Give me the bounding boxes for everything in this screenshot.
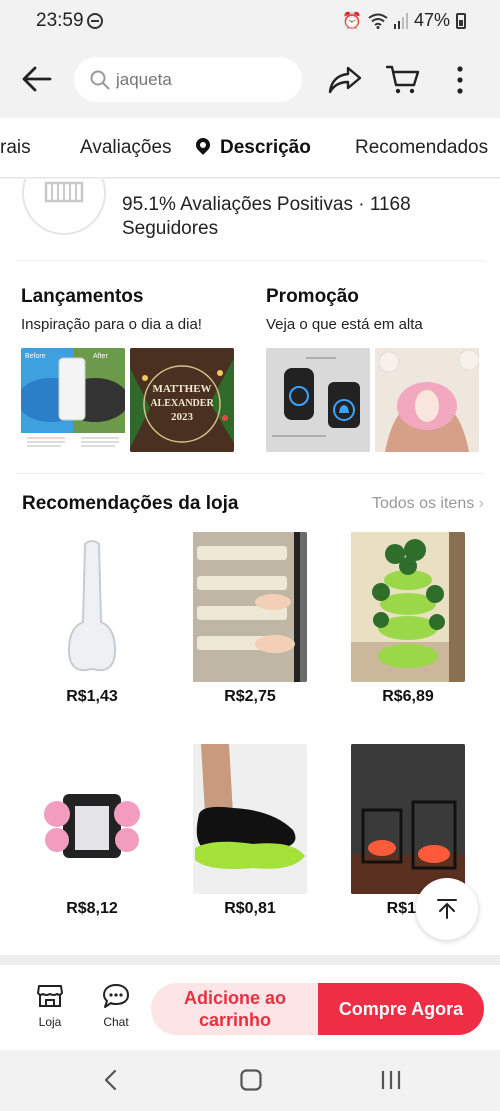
launch-thumb-pool-cover[interactable]: Before After (21, 348, 125, 452)
back-to-top-button[interactable] (416, 878, 478, 940)
search-bar[interactable] (74, 57, 302, 102)
product-price: R$6,89 (382, 688, 434, 705)
see-all-label: Todos os itens (371, 495, 475, 512)
doorbell-image (266, 348, 370, 452)
chat-label: Chat (103, 1015, 129, 1029)
svg-text:MATTHEW: MATTHEW (152, 383, 211, 395)
launches-subtitle: Inspiração para o dia a dia! (21, 316, 202, 333)
dumpling-tray-image (193, 532, 307, 682)
battery-percent: 47% (413, 10, 450, 30)
status-time: 23:59 (36, 10, 84, 31)
tab-gerais[interactable]: rais (0, 137, 31, 159)
product-image-lanterns[interactable] (351, 744, 465, 894)
nav-recents-icon[interactable] (379, 1068, 403, 1092)
chevron-right-icon: › (478, 495, 484, 512)
product-image-pink-holder[interactable] (35, 744, 149, 894)
pink-holder-image (35, 744, 149, 894)
bottom-action-bar: Loja Chat Adicione ao carrinho Compre Ag… (0, 965, 500, 1050)
status-bar: 23:59 ⏰ 47% (0, 0, 500, 42)
product-image-dumpling-tray[interactable] (193, 532, 307, 682)
product-price: R$1,43 (66, 688, 118, 705)
product-price: R$2,75 (224, 688, 276, 705)
tab-description[interactable]: Descrição (193, 135, 311, 159)
ornament-image: MATTHEW ALEXANDER 2023 (130, 348, 234, 452)
tab-recommended[interactable]: Recomendados (355, 137, 488, 159)
main-content: 95.1% Avaliações Positivas · 1168 Seguid… (0, 179, 500, 965)
buy-now-button[interactable]: Compre Agora (318, 983, 484, 1035)
more-options-icon[interactable] (448, 64, 472, 96)
top-header (0, 42, 500, 118)
storefront-icon (44, 181, 84, 203)
section-gap (0, 955, 500, 965)
stacking-planter-image (351, 532, 465, 682)
tab-description-label: Descrição (220, 137, 311, 158)
lanterns-image (351, 744, 465, 894)
store-label: Loja (38, 1015, 62, 1029)
search-input[interactable] (116, 69, 276, 90)
signal-icon (393, 12, 408, 29)
pool-cover-image: Before After (21, 348, 125, 452)
store-logo[interactable] (22, 179, 106, 235)
share-icon[interactable] (328, 64, 362, 96)
cart-icon[interactable] (386, 64, 420, 96)
after-label: After (93, 353, 108, 360)
chat-button[interactable]: Chat (94, 983, 138, 1029)
system-navigation-bar (0, 1050, 500, 1111)
nav-back-icon[interactable] (100, 1068, 122, 1092)
nav-home-icon[interactable] (239, 1068, 263, 1092)
divider (16, 260, 484, 261)
chat-bubble-icon (103, 984, 129, 1008)
pink-toy-image (375, 348, 479, 452)
product-image-mop-slipper[interactable] (193, 744, 307, 894)
product-image-planter[interactable] (351, 532, 465, 682)
promo-thumb-doorbell[interactable] (266, 348, 370, 452)
wifi-icon (368, 13, 388, 29)
svg-text:ALEXANDER: ALEXANDER (150, 398, 214, 409)
launch-thumb-ornament[interactable]: MATTHEW ALEXANDER 2023 (130, 348, 234, 452)
battery-icon (456, 12, 466, 29)
glass-bottle-image (35, 532, 149, 682)
promo-title: Promoção (266, 286, 359, 307)
mop-slipper-image (193, 744, 307, 894)
back-arrow-icon[interactable] (20, 62, 54, 96)
storefront-icon (37, 985, 63, 1007)
store-recommendations-title: Recomendações da loja (22, 493, 239, 514)
store-stats: 95.1% Avaliações Positivas · 1168 Seguid… (122, 194, 411, 239)
do-not-disturb-icon (87, 13, 103, 29)
arrow-up-icon (437, 899, 457, 919)
alarm-icon: ⏰ (342, 12, 362, 30)
store-button[interactable]: Loja (28, 983, 72, 1029)
product-price: R$0,81 (224, 900, 276, 917)
tab-bar: rais Avaliações Descrição Recomendados (0, 118, 500, 178)
promo-thumb-toy[interactable] (375, 348, 479, 452)
see-all-items-link[interactable]: Todos os itens › (372, 495, 484, 513)
tab-reviews[interactable]: Avaliações (80, 137, 172, 159)
product-image-glass-bottle[interactable] (35, 532, 149, 682)
before-label: Before (25, 353, 46, 360)
divider (16, 473, 484, 474)
svg-text:2023: 2023 (171, 411, 194, 423)
location-pin-icon (193, 135, 213, 155)
product-price: R$8,12 (66, 900, 118, 917)
launches-title: Lançamentos (21, 286, 144, 307)
add-to-cart-button[interactable]: Adicione ao carrinho (151, 983, 319, 1035)
search-icon (90, 70, 110, 89)
promo-subtitle: Veja o que está em alta (266, 316, 423, 333)
